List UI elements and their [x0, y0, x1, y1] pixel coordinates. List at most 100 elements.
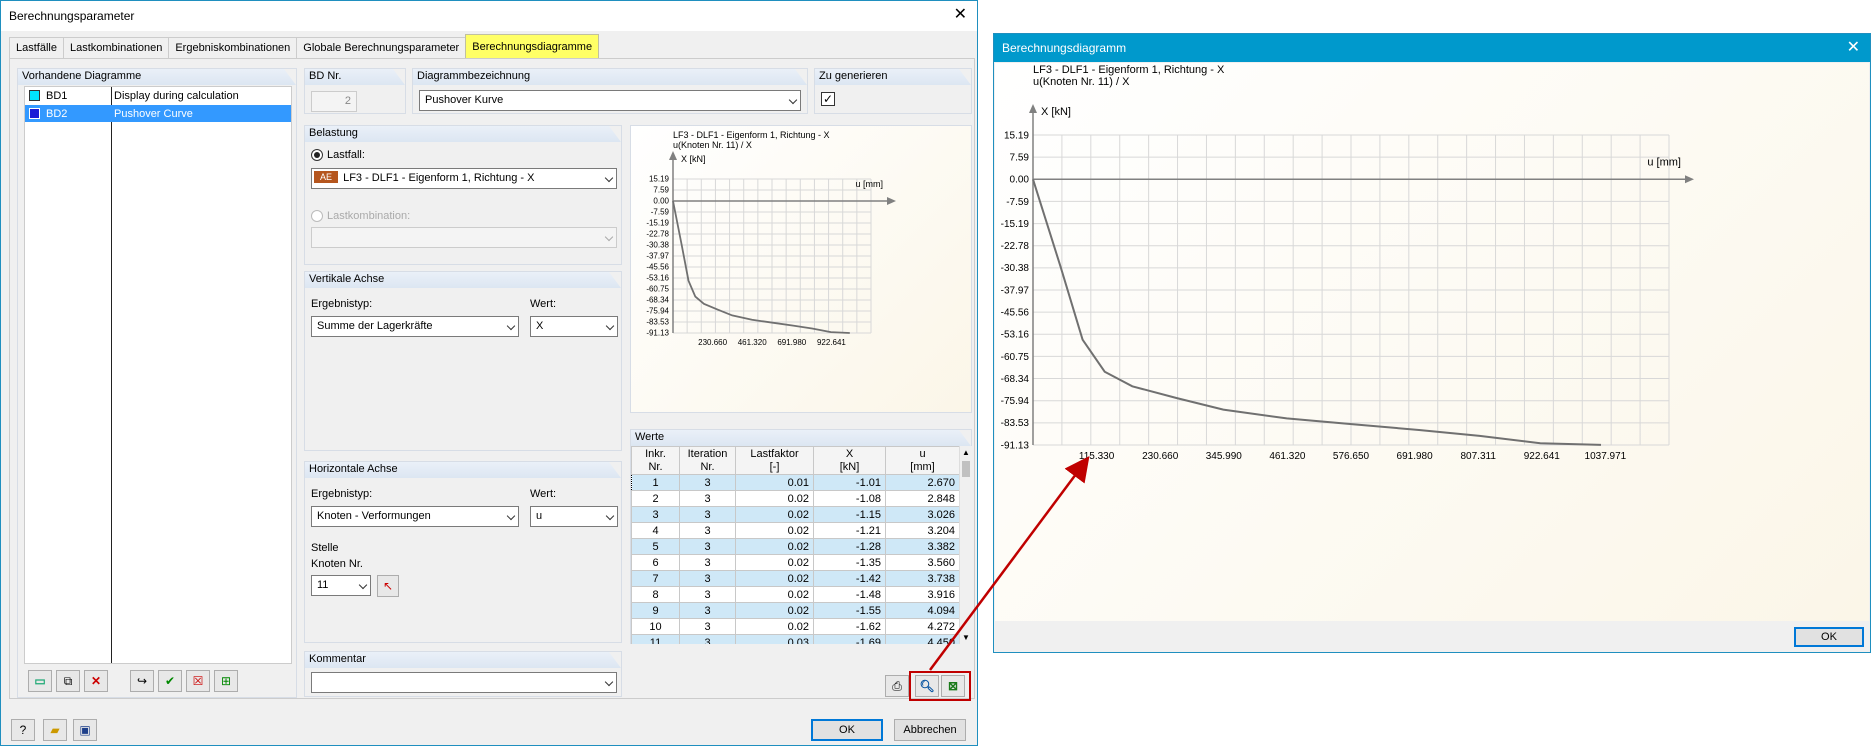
chart-area[interactable]: LF3 - DLF1 - Eigenform 1, Richtung - Xu(… [995, 63, 1869, 621]
vertical-value-combo[interactable]: X [530, 316, 618, 337]
help-button[interactable]: ? [11, 719, 35, 741]
scroll-up-icon[interactable]: ▲ [960, 446, 972, 459]
chart-preview-panel[interactable]: LF3 - DLF1 - Eigenform 1, Richtung - Xu(… [630, 125, 972, 413]
scroll-thumb[interactable] [962, 461, 970, 477]
print-button[interactable]: ⎙ [885, 675, 909, 697]
values-scrollbar[interactable]: ▲ ▼ [959, 446, 972, 644]
horizontal-value-combo[interactable]: u [530, 506, 618, 527]
node-combo[interactable]: 11 [311, 575, 371, 596]
diagram-name-combo[interactable]: Pushover Kurve [419, 90, 801, 111]
table-cell: 1 [631, 474, 680, 491]
x-tick-label: 115.330 [1079, 451, 1115, 462]
y-tick-label: -68.34 [646, 296, 669, 305]
y-tick-label: -45.56 [1001, 307, 1030, 318]
table-cell: -1.69 [813, 634, 886, 644]
loadcase-combo[interactable]: AE LF3 - DLF1 - Eigenform 1, Richtung - … [311, 168, 617, 189]
tab-berechnungsdiagramme[interactable]: Berechnungsdiagramme [465, 34, 600, 58]
horizontal-value-value: u [536, 510, 543, 522]
node-label: Knoten Nr. [311, 558, 363, 570]
combination-combo[interactable] [311, 227, 617, 248]
table-cell: 3 [679, 570, 736, 587]
y-tick-label: -75.94 [1001, 396, 1030, 407]
table-row[interactable]: 1 3 0.01 -1.01 2.670 [631, 474, 959, 491]
loadcase-radio[interactable] [311, 149, 323, 161]
chart-close-icon[interactable]: ✕ [1847, 39, 1860, 57]
tab-body: Vorhandene Diagramme BD1 Display during … [9, 58, 975, 701]
table-cell: 0.01 [735, 474, 814, 491]
x-tick-label: 1037.971 [1585, 451, 1627, 462]
table-cell: 3 [679, 554, 736, 571]
table-row[interactable]: 3 3 0.02 -1.15 3.026 [631, 506, 959, 523]
diagram-list[interactable]: BD1 Display during calculation BD2 Pusho… [24, 86, 292, 664]
table-cell: -1.48 [813, 586, 886, 603]
chart-ok-button[interactable]: OK [1794, 627, 1864, 647]
comment-combo[interactable] [311, 672, 617, 693]
cancel-button[interactable]: Abbrechen [894, 719, 966, 741]
horizontal-type-combo[interactable]: Knoten - Verformungen [311, 506, 519, 527]
table-cell: -1.08 [813, 490, 886, 507]
save-button[interactable]: ▣ [73, 719, 97, 741]
export-excel-icon: ⊠ [947, 679, 959, 693]
pick-node-button[interactable]: ↖ [377, 575, 399, 597]
table-cell: 3 [679, 490, 736, 507]
scroll-down-icon[interactable]: ▼ [960, 631, 972, 644]
x-axis-arrow [1685, 175, 1694, 184]
list-item-bd2[interactable]: BD2 Pushover Curve [25, 105, 291, 122]
bd-nr-field[interactable]: 2 [311, 91, 357, 112]
generate-checkbox[interactable]: ✓ [821, 92, 835, 106]
table-cell: 0.02 [735, 618, 814, 635]
table-row[interactable]: 4 3 0.02 -1.21 3.204 [631, 522, 959, 539]
zoom-diagram-button[interactable]: 🔍︎ [915, 675, 939, 697]
x-tick-label: 230.660 [698, 338, 727, 347]
deselect-all-button[interactable]: ☒ [186, 670, 210, 692]
tab-globale-berechnungsparameter[interactable]: Globale Berechnungsparameter [296, 37, 467, 58]
tab-lastfaelle[interactable]: Lastfälle [9, 37, 64, 58]
table-cell: 3.026 [885, 506, 959, 523]
uncheck-all-icon: ☒ [192, 674, 204, 688]
table-cell: -1.35 [813, 554, 886, 571]
vertical-type-combo[interactable]: Summe der Lagerkräfte [311, 316, 519, 337]
x-tick-label: 807.311 [1460, 451, 1496, 462]
y-tick-label: -7.59 [1006, 197, 1029, 208]
open-button[interactable]: ▰ [43, 719, 67, 741]
main-close-icon[interactable]: ✕ [954, 6, 967, 24]
tab-lastkombinationen[interactable]: Lastkombinationen [62, 37, 170, 58]
chevron-down-icon [506, 511, 516, 521]
y-tick-label: -60.75 [1001, 352, 1030, 363]
delete-diagram-button[interactable]: ✕ [84, 670, 108, 692]
table-cell: 2 [631, 490, 680, 507]
values-group: Werte Inkr. Nr. Iteration Nr. Lastfaktor [-] X… [630, 429, 972, 644]
new-diagram-button[interactable]: ▭ [28, 670, 52, 692]
table-cell: 0.02 [735, 522, 814, 539]
table-row[interactable]: 6 3 0.02 -1.35 3.560 [631, 554, 959, 571]
table-cell: 4.272 [885, 618, 959, 635]
y-tick-label: 0.00 [653, 197, 669, 206]
export-diagram-button[interactable]: ⊠ [941, 675, 965, 697]
table-row[interactable]: 2 3 0.02 -1.08 2.848 [631, 490, 959, 507]
y-tick-label: 0.00 [1010, 175, 1030, 186]
tab-ergebniskombinationen[interactable]: Ergebniskombinationen [168, 37, 298, 58]
values-header: Werte [631, 430, 971, 446]
table-row[interactable]: 10 3 0.02 -1.62 4.272 [631, 618, 959, 635]
y-tick-label: -37.97 [1001, 285, 1030, 296]
table-row[interactable]: 11 3 0.03 -1.69 4.450 [631, 634, 959, 644]
combination-radio[interactable] [311, 210, 323, 222]
select-all-button[interactable]: ✔ [158, 670, 182, 692]
table-row[interactable]: 9 3 0.02 -1.55 4.094 [631, 602, 959, 619]
table-cell: 0.02 [735, 602, 814, 619]
table-cell: 3 [679, 634, 736, 644]
values-table-wrap[interactable]: Inkr. Nr. Iteration Nr. Lastfaktor [-] X [kN] u[… [631, 446, 959, 644]
ok-button[interactable]: OK [811, 719, 883, 741]
renumber-button[interactable]: ↪ [130, 670, 154, 692]
copy-diagram-button[interactable]: ⧉ [56, 670, 80, 692]
toggle-icon: ⊞ [220, 674, 232, 688]
table-cell: -1.42 [813, 570, 886, 587]
table-row[interactable]: 8 3 0.02 -1.48 3.916 [631, 586, 959, 603]
list-item-bd1[interactable]: BD1 Display during calculation [25, 87, 291, 104]
x-tick-label: 922.641 [1524, 451, 1561, 462]
table-row[interactable]: 5 3 0.02 -1.28 3.382 [631, 538, 959, 555]
table-cell: 3 [679, 602, 736, 619]
toggle-selection-button[interactable]: ⊞ [214, 670, 238, 692]
table-row[interactable]: 7 3 0.02 -1.42 3.738 [631, 570, 959, 587]
table-cell: 9 [631, 602, 680, 619]
